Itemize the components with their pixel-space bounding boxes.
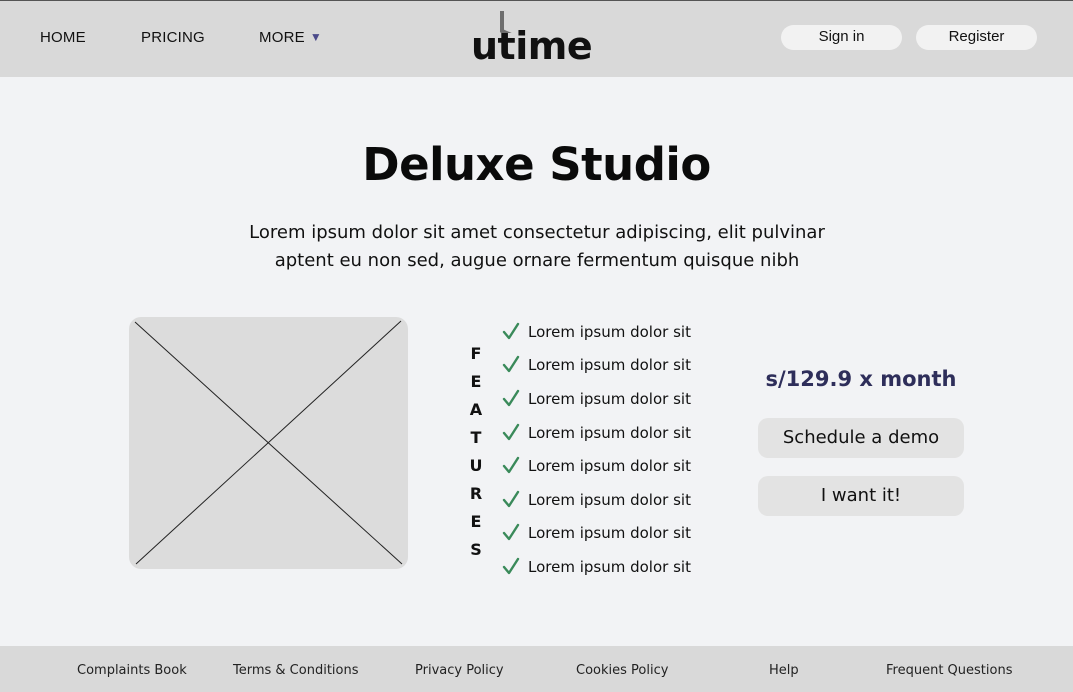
logo-clock-icon [500,11,512,33]
sign-in-button[interactable]: Sign in [781,25,902,50]
feature-text: Lorem ipsum dolor sit [528,490,691,509]
check-icon [502,456,520,474]
feature-text: Lorem ipsum dolor sit [528,423,691,442]
footer-terms-link[interactable]: Terms & Conditions [233,663,359,678]
feature-text: Lorem ipsum dolor sit [528,389,691,408]
check-icon [502,322,520,339]
features-heading-letter: U [469,456,483,475]
schedule-demo-button[interactable]: Schedule a demo [758,418,964,458]
feature-text: Lorem ipsum dolor sit [528,457,691,476]
footer: Complaints Book Terms & Conditions Privacy… [0,646,1073,692]
feature-text: Lorem ipsum dolor sit [528,322,691,341]
product-image-placeholder [129,317,408,569]
features-heading-letter: S [470,540,482,559]
feature-text: Lorem ipsum dolor sit [528,557,691,576]
nav-home-link[interactable]: HOME [40,29,86,46]
features-heading-letter: T [470,428,482,447]
features-heading-letter: E [470,512,482,531]
features-vertical-heading: FEATURES [465,340,487,564]
logo[interactable]: utime [471,11,611,68]
footer-help-link[interactable]: Help [769,663,799,678]
feature-item: Lorem ipsum dolor sit [501,550,731,584]
page-title: Deluxe Studio [362,138,711,191]
check-icon [502,490,520,507]
footer-faq-link[interactable]: Frequent Questions [886,663,1012,678]
feature-list: Lorem ipsum dolor sit Lorem ipsum dolor s… [501,315,731,584]
feature-text: Lorem ipsum dolor sit [528,356,691,375]
feature-text: Lorem ipsum dolor sit [528,524,691,543]
features-heading-letter: E [470,372,482,391]
check-icon [502,423,520,440]
feature-item: Lorem ipsum dolor sit [501,349,731,383]
price-label: s/129.9 x month [765,367,957,391]
feature-item: Lorem ipsum dolor sit [501,416,731,450]
feature-item: Lorem ipsum dolor sit [501,382,731,416]
footer-privacy-link[interactable]: Privacy Policy [415,663,504,678]
check-icon [502,524,520,541]
check-icon [502,557,520,575]
nav-more-label: MORE [259,29,305,46]
register-button[interactable]: Register [916,25,1037,50]
feature-item: Lorem ipsum dolor sit [501,315,731,349]
feature-item: Lorem ipsum dolor sit [501,483,731,517]
features-heading-letter: F [470,344,482,363]
caret-down-icon: ▼ [309,30,322,44]
footer-complaints-book-link[interactable]: Complaints Book [77,663,187,678]
feature-item: Lorem ipsum dolor sit [501,517,731,551]
logo-text: utime [471,24,593,68]
features-heading-letter: A [469,400,483,419]
features-heading-letter: R [469,484,483,503]
check-icon [502,389,520,407]
nav-more-dropdown[interactable]: MORE ▼ [259,29,322,46]
feature-item: Lorem ipsum dolor sit [501,449,731,483]
nav-pricing-link[interactable]: PRICING [141,29,205,46]
product-description: Lorem ipsum dolor sit amet consectetur a… [249,222,825,271]
footer-cookies-link[interactable]: Cookies Policy [576,663,668,678]
top-navbar: HOME PRICING MORE ▼ utime Sign in Registe… [0,0,1073,77]
check-icon [502,356,520,373]
want-it-button[interactable]: I want it! [758,476,964,516]
